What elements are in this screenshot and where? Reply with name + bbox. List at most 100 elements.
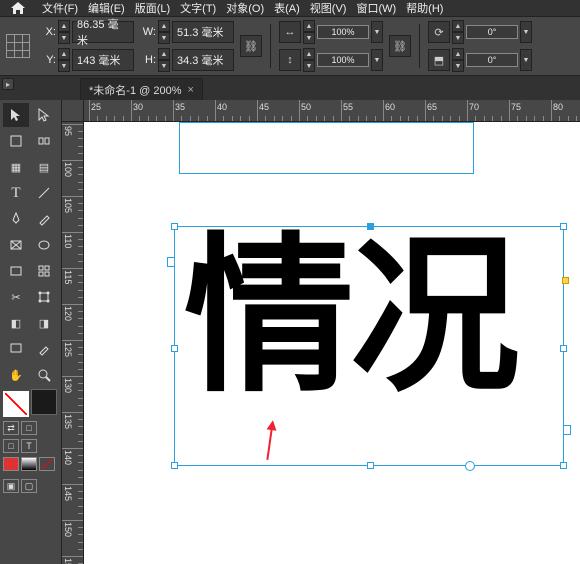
home-icon[interactable] <box>4 0 32 16</box>
menu-table[interactable]: 表(A) <box>274 0 300 16</box>
handle-br[interactable] <box>560 462 567 469</box>
preview-view-icon[interactable]: ▢ <box>21 479 37 493</box>
gradient-swatch-tool[interactable]: ◧ <box>3 311 29 335</box>
content-collector-tool[interactable]: ▦ <box>3 155 29 179</box>
sx-stepper[interactable]: ▲▼ <box>303 20 315 44</box>
scissors-tool[interactable]: ✂ <box>3 285 29 309</box>
handle-ml[interactable] <box>171 345 178 352</box>
pencil-tool[interactable] <box>31 207 57 231</box>
h-field[interactable]: 34.3 毫米 <box>172 49 234 71</box>
sx-field[interactable]: 100% <box>317 25 369 39</box>
shr-field[interactable]: 0° <box>466 53 518 67</box>
h-label: H: <box>140 54 156 66</box>
gap-tool[interactable] <box>31 129 57 153</box>
y-field[interactable]: 143 毫米 <box>72 49 134 71</box>
y-label: Y: <box>40 54 56 66</box>
x-field[interactable]: 86.35 毫米 <box>72 21 134 43</box>
selection-tool[interactable] <box>3 103 29 127</box>
shear-icon: ⬒ <box>428 49 450 71</box>
polygon-tool[interactable] <box>31 259 57 283</box>
selection-frame[interactable] <box>174 226 564 466</box>
page-tool[interactable] <box>3 129 29 153</box>
apply-color-icon[interactable] <box>3 457 19 471</box>
handle-tr[interactable] <box>560 223 567 230</box>
note-tool[interactable] <box>3 337 29 361</box>
menu-edit[interactable]: 编辑(E) <box>88 0 125 16</box>
swap-fill-stroke-icon[interactable]: ⇄ <box>3 421 19 435</box>
direct-selection-tool[interactable] <box>31 103 57 127</box>
ruler-origin[interactable] <box>62 100 84 122</box>
handle-bl[interactable] <box>171 462 178 469</box>
w-stepper[interactable]: ▲▼ <box>158 20 170 44</box>
ellipse-frame-tool[interactable] <box>31 233 57 257</box>
x-stepper[interactable]: ▲▼ <box>58 20 70 44</box>
normal-view-icon[interactable]: ▣ <box>3 479 19 493</box>
line-tool[interactable] <box>31 181 57 205</box>
menu-file[interactable]: 文件(F) <box>42 0 78 16</box>
document-tab[interactable]: *未命名-1 @ 200% × <box>80 78 203 100</box>
menu-help[interactable]: 帮助(H) <box>406 0 443 16</box>
constrain-scale-icon[interactable]: ⛓ <box>389 35 411 57</box>
close-tab-icon[interactable]: × <box>187 84 193 96</box>
fill-swatch[interactable] <box>3 391 29 417</box>
free-transform-tool[interactable] <box>31 285 57 309</box>
content-placer-tool[interactable]: ▤ <box>31 155 57 179</box>
pen-tool[interactable] <box>3 207 29 231</box>
handle-tc[interactable] <box>367 223 374 230</box>
apply-container-icon[interactable]: □ <box>3 439 19 453</box>
menu-type[interactable]: 文字(T) <box>180 0 216 16</box>
document-tabs: *未命名-1 @ 200% × <box>0 76 580 100</box>
menu-object[interactable]: 对象(O) <box>226 0 264 16</box>
scale-y-icon: ↕ <box>279 49 301 71</box>
handle-live-corner[interactable] <box>562 277 569 284</box>
h-stepper[interactable]: ▲▼ <box>158 48 170 72</box>
canvas-area: 253035404550556065707580 951001051101151… <box>62 100 580 564</box>
hand-tool[interactable]: ✋ <box>3 363 29 387</box>
rot-field[interactable]: 0° <box>466 25 518 39</box>
menu-view[interactable]: 视图(V) <box>310 0 347 16</box>
rot-stepper[interactable]: ▲▼ <box>452 20 464 44</box>
gradient-feather-tool[interactable]: ◨ <box>31 311 57 335</box>
in-port[interactable] <box>167 257 175 267</box>
rectangle-frame-tool[interactable] <box>3 233 29 257</box>
stroke-swatch[interactable] <box>31 389 57 415</box>
apply-gradient-icon[interactable] <box>21 457 37 471</box>
type-tool[interactable]: T <box>3 181 29 205</box>
rectangle-tool[interactable] <box>3 259 29 283</box>
menu-window[interactable]: 窗口(W) <box>356 0 396 16</box>
w-field[interactable]: 51.3 毫米 <box>172 21 234 43</box>
tab-title: *未命名-1 @ 200% <box>89 82 181 98</box>
sy-dropdown[interactable]: ▼ <box>371 49 383 71</box>
menu-layout[interactable]: 版面(L) <box>135 0 170 16</box>
eyedropper-tool[interactable] <box>31 337 57 361</box>
scale-x-icon: ↔ <box>279 21 301 43</box>
handle-mr[interactable] <box>560 345 567 352</box>
shr-stepper[interactable]: ▲▼ <box>452 48 464 72</box>
sx-dropdown[interactable]: ▼ <box>371 21 383 43</box>
rotate-icon: ⟳ <box>428 21 450 43</box>
zoom-tool[interactable] <box>31 363 57 387</box>
vertical-ruler[interactable]: 95100105110115120125130135140145150155 <box>62 122 84 564</box>
handle-tl[interactable] <box>171 223 178 230</box>
horizontal-ruler[interactable]: 253035404550556065707580 <box>84 100 580 122</box>
handle-bc[interactable] <box>367 462 374 469</box>
constrain-wh-icon[interactable]: ⛓ <box>240 35 262 57</box>
apply-text-icon[interactable]: T <box>21 439 37 453</box>
y-stepper[interactable]: ▲▼ <box>58 48 70 72</box>
expand-panel-icon[interactable]: ▸ <box>2 78 14 90</box>
w-label: W: <box>140 26 156 38</box>
rotate-handle[interactable] <box>465 461 475 471</box>
out-port[interactable] <box>563 425 571 435</box>
sy-stepper[interactable]: ▲▼ <box>303 48 315 72</box>
x-label: X: <box>40 26 56 38</box>
control-bar: X:▲▼86.35 毫米 Y:▲▼143 毫米 W:▲▼51.3 毫米 H:▲▼… <box>0 16 580 76</box>
sy-field[interactable]: 100% <box>317 53 369 67</box>
reference-point[interactable] <box>6 34 30 58</box>
tools-panel: ▦ ▤ T ✂ ◧ ◨ ✋ ⇄ □ □ T ▣ ▢ <box>0 100 62 564</box>
default-fill-stroke-icon[interactable]: □ <box>21 421 37 435</box>
text-frame-upper[interactable] <box>179 122 474 174</box>
rot-dropdown[interactable]: ▼ <box>520 21 532 43</box>
apply-none-icon[interactable] <box>39 457 55 471</box>
shr-dropdown[interactable]: ▼ <box>520 49 532 71</box>
page[interactable]: 情况 <box>84 122 580 564</box>
